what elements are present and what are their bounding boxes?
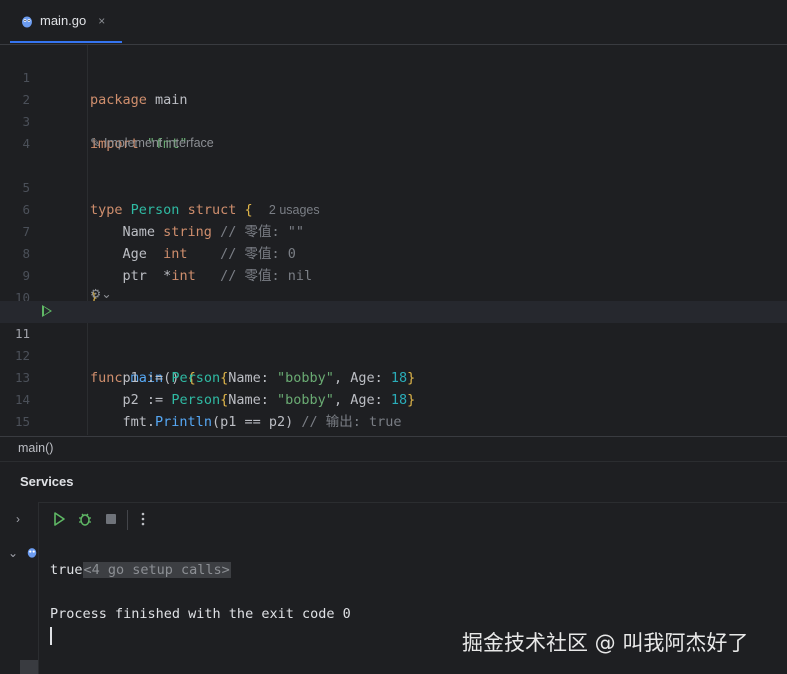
debug-icon[interactable] bbox=[77, 511, 93, 527]
close-tab-icon[interactable]: × bbox=[98, 14, 105, 28]
console-output-line: true bbox=[50, 562, 83, 578]
chevron-right-icon[interactable]: › bbox=[16, 512, 20, 526]
code-line: 6 Name string // 零值: "" bbox=[0, 177, 787, 240]
go-service-icon[interactable] bbox=[26, 546, 38, 558]
stop-icon[interactable] bbox=[103, 511, 119, 527]
code-line: 12 p1 := Person{Name: "bobby", Age: 18} bbox=[0, 323, 787, 386]
toolbar-separator bbox=[127, 510, 128, 530]
breadcrumb: main() bbox=[0, 436, 787, 461]
code-line: 2 bbox=[0, 67, 787, 107]
services-toolbar bbox=[39, 502, 787, 538]
editor-tab-bar: main.go × bbox=[0, 0, 787, 45]
services-panel-header: Services bbox=[0, 461, 787, 502]
code-line: 1 package main bbox=[0, 45, 787, 108]
line-number: 4 bbox=[22, 136, 30, 151]
code-line: 16 bbox=[0, 411, 787, 451]
watermark-text: 掘金技术社区 @ 叫我阿杰好了 bbox=[462, 631, 749, 655]
tab-label: main.go bbox=[40, 13, 87, 28]
code-line: 8 ptr *int // 零值: nil bbox=[0, 221, 787, 284]
implement-interface-hint[interactable]: ✎ Implement interface bbox=[90, 134, 214, 152]
services-title: Services bbox=[20, 474, 74, 489]
go-file-icon bbox=[22, 16, 32, 27]
chevron-down-icon[interactable]: ⌄ bbox=[8, 546, 18, 560]
code-vision-icon: ⚙⌄ bbox=[90, 287, 112, 301]
breadcrumb-item[interactable]: main() bbox=[18, 441, 53, 455]
code-line: 3 import "fmt" bbox=[0, 89, 787, 152]
run-gutter-icon[interactable] bbox=[42, 305, 52, 317]
console-setup-line[interactable]: <4 go setup calls> bbox=[50, 537, 231, 578]
code-line: 5 type Person struct { 2 usages bbox=[0, 155, 787, 218]
code-line: 14 fmt.Println(p1 == p2) // 输出: true bbox=[0, 367, 787, 430]
current-code-line: 11 func main() { bbox=[0, 301, 787, 386]
folded-setup-calls[interactable]: <4 go setup calls> bbox=[82, 562, 231, 578]
code-line: 4 bbox=[0, 111, 787, 151]
code-line: 13 p2 := Person{Name: "bobby", Age: 18} bbox=[0, 345, 787, 408]
services-tree: › ⌄ bbox=[0, 502, 39, 674]
code-line: 15 } bbox=[0, 389, 787, 452]
code-line: 7 Age int // 零值: 0 bbox=[0, 199, 787, 262]
code-line: 10 bbox=[0, 265, 787, 305]
code-line: 9 } bbox=[0, 243, 787, 306]
run-icon[interactable] bbox=[51, 511, 67, 527]
code-editor[interactable]: 1 package main 2 3 import "fmt" 4 ✎ Impl… bbox=[0, 45, 787, 452]
implement-icon: ✎ bbox=[90, 136, 101, 150]
scroll-thumb[interactable] bbox=[20, 660, 38, 674]
console-exit-line: Process finished with the exit code 0 bbox=[50, 606, 351, 622]
implement-interface-label: Implement interface bbox=[103, 136, 214, 150]
more-options-icon[interactable] bbox=[135, 511, 151, 527]
text-caret bbox=[50, 627, 52, 645]
tab-main-go[interactable]: main.go × bbox=[10, 0, 122, 43]
